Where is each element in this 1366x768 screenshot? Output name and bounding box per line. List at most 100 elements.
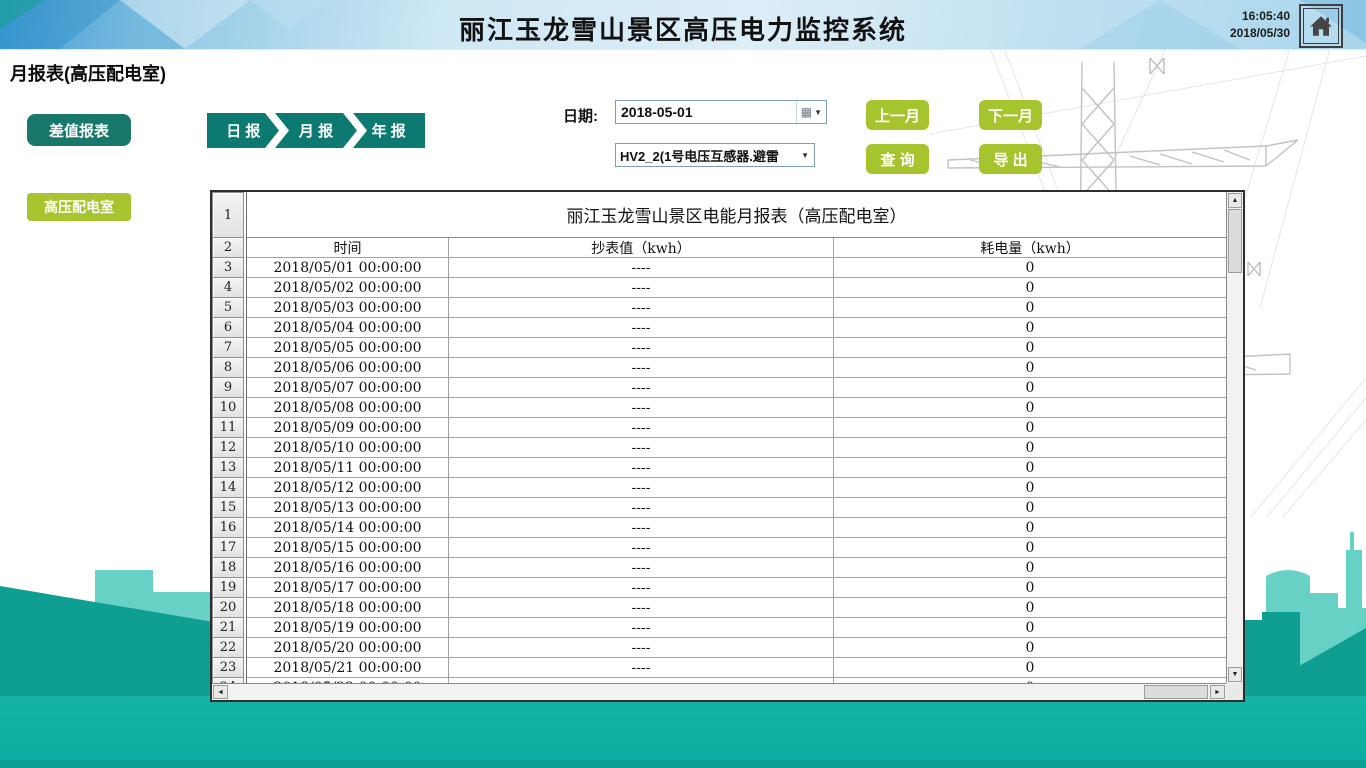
cell-reading: ---- [448,358,833,378]
column-header-consumption: 耗电量（kwh） [833,238,1226,258]
cell-reading: ---- [448,338,833,358]
table-body: 3 2018/05/01 00:00:00 ---- 0 4 2018/05/0… [212,258,1226,683]
table-row: 4 2018/05/02 00:00:00 ---- 0 [212,278,1226,298]
tab-monthly-report[interactable]: 月 报 [280,113,353,148]
table-row: 18 2018/05/16 00:00:00 ---- 0 [212,558,1226,578]
page-title: 月报表(高压配电室) [10,60,166,86]
cell-consumption: 0 [833,398,1226,418]
cell-time: 2018/05/14 00:00:00 [246,518,448,538]
cell-consumption: 0 [833,578,1226,598]
scroll-right-button[interactable]: ► [1210,685,1225,699]
row-number: 11 [212,418,244,438]
export-button[interactable]: 导 出 [979,144,1042,174]
next-month-button[interactable]: 下一月 [979,100,1042,130]
row-number: 2 [212,238,244,258]
scroll-up-button[interactable]: ▲ [1228,193,1242,208]
cell-time: 2018/05/08 00:00:00 [246,398,448,418]
table-grid: 1 丽江玉龙雪山景区电能月报表（高压配电室） 2 时间 抄表值（kwh） 耗电量… [212,192,1226,683]
cell-time: 2018/05/09 00:00:00 [246,418,448,438]
date-picker-button[interactable]: ▦ ▼ [796,101,826,123]
hv-room-button[interactable]: 高压配电室 [27,193,131,221]
device-select[interactable]: HV2_2(1号电压互感器.避雷 ▼ [615,143,815,167]
cell-consumption: 0 [833,538,1226,558]
table-row: 12 2018/05/10 00:00:00 ---- 0 [212,438,1226,458]
table-row: 3 2018/05/01 00:00:00 ---- 0 [212,258,1226,278]
cell-reading: ---- [448,438,833,458]
cell-time: 2018/05/17 00:00:00 [246,578,448,598]
cell-consumption: 0 [833,438,1226,458]
table-title: 丽江玉龙雪山景区电能月报表（高压配电室） [246,192,1226,238]
row-number: 6 [212,318,244,338]
scroll-left-button[interactable]: ◄ [213,685,228,699]
cell-reading: ---- [448,458,833,478]
horizontal-scrollbar-thumb[interactable] [1144,685,1208,699]
tab-yearly-report[interactable]: 年 报 [352,113,425,148]
row-number: 3 [212,258,244,278]
row-number: 19 [212,578,244,598]
cell-time: 2018/05/16 00:00:00 [246,558,448,578]
app-title: 丽江玉龙雪山景区高压电力监控系统 [0,10,1366,47]
home-button-frame [1303,8,1339,44]
vertical-scrollbar-thumb[interactable] [1228,209,1242,273]
table-row: 10 2018/05/08 00:00:00 ---- 0 [212,398,1226,418]
row-number: 23 [212,658,244,678]
column-header-reading: 抄表值（kwh） [448,238,833,258]
monthly-report-table: 1 丽江玉龙雪山景区电能月报表（高压配电室） 2 时间 抄表值（kwh） 耗电量… [210,190,1245,702]
cell-reading: ---- [448,518,833,538]
horizontal-scrollbar[interactable]: ◄ ► [212,683,1226,700]
row-number: 1 [212,192,244,238]
row-number: 18 [212,558,244,578]
row-number: 13 [212,458,244,478]
table-row: 20 2018/05/18 00:00:00 ---- 0 [212,598,1226,618]
row-number: 9 [212,378,244,398]
date-input[interactable]: 2018-05-01 ▦ ▼ [615,100,827,124]
row-number: 21 [212,618,244,638]
tab-daily-report[interactable]: 日 报 [207,113,280,148]
table-row: 9 2018/05/07 00:00:00 ---- 0 [212,378,1226,398]
cell-time: 2018/05/02 00:00:00 [246,278,448,298]
cell-consumption: 0 [833,378,1226,398]
home-button[interactable] [1299,4,1343,48]
cell-time: 2018/05/19 00:00:00 [246,618,448,638]
table-row: 15 2018/05/13 00:00:00 ---- 0 [212,498,1226,518]
row-number: 4 [212,278,244,298]
cell-reading: ---- [448,598,833,618]
cell-reading: ---- [448,658,833,678]
vertical-scrollbar[interactable]: ▲ ▼ [1226,192,1243,683]
table-row: 14 2018/05/12 00:00:00 ---- 0 [212,478,1226,498]
scroll-down-button[interactable]: ▼ [1228,667,1242,682]
cell-time: 2018/05/20 00:00:00 [246,638,448,658]
cell-time: 2018/05/03 00:00:00 [246,298,448,318]
table-row: 22 2018/05/20 00:00:00 ---- 0 [212,638,1226,658]
table-row: 11 2018/05/09 00:00:00 ---- 0 [212,418,1226,438]
clock: 16:05:40 2018/05/30 [1230,8,1290,42]
cell-time: 2018/05/05 00:00:00 [246,338,448,358]
table-title-row: 1 丽江玉龙雪山景区电能月报表（高压配电室） [212,192,1226,238]
row-number: 16 [212,518,244,538]
row-number: 5 [212,298,244,318]
query-button[interactable]: 查 询 [866,144,929,174]
table-row: 13 2018/05/11 00:00:00 ---- 0 [212,458,1226,478]
cell-consumption: 0 [833,658,1226,678]
table-row: 5 2018/05/03 00:00:00 ---- 0 [212,298,1226,318]
cell-consumption: 0 [833,558,1226,578]
cell-consumption: 0 [833,598,1226,618]
report-type-tabbar: 日 报 月 报 年 报 [207,113,425,148]
cell-reading: ---- [448,578,833,598]
cell-time: 2018/05/11 00:00:00 [246,458,448,478]
date-label: 日期: [563,105,598,126]
cell-reading: ---- [448,278,833,298]
cell-consumption: 0 [833,618,1226,638]
cell-time: 2018/05/12 00:00:00 [246,478,448,498]
row-number: 22 [212,638,244,658]
dropdown-arrow-icon: ▼ [814,108,822,117]
cell-consumption: 0 [833,318,1226,338]
prev-month-button[interactable]: 上一月 [866,100,929,130]
table-row: 8 2018/05/06 00:00:00 ---- 0 [212,358,1226,378]
row-number: 17 [212,538,244,558]
cell-reading: ---- [448,258,833,278]
cell-reading: ---- [448,558,833,578]
cell-reading: ---- [448,298,833,318]
diff-report-button[interactable]: 差值报表 [27,114,131,146]
cell-consumption: 0 [833,338,1226,358]
